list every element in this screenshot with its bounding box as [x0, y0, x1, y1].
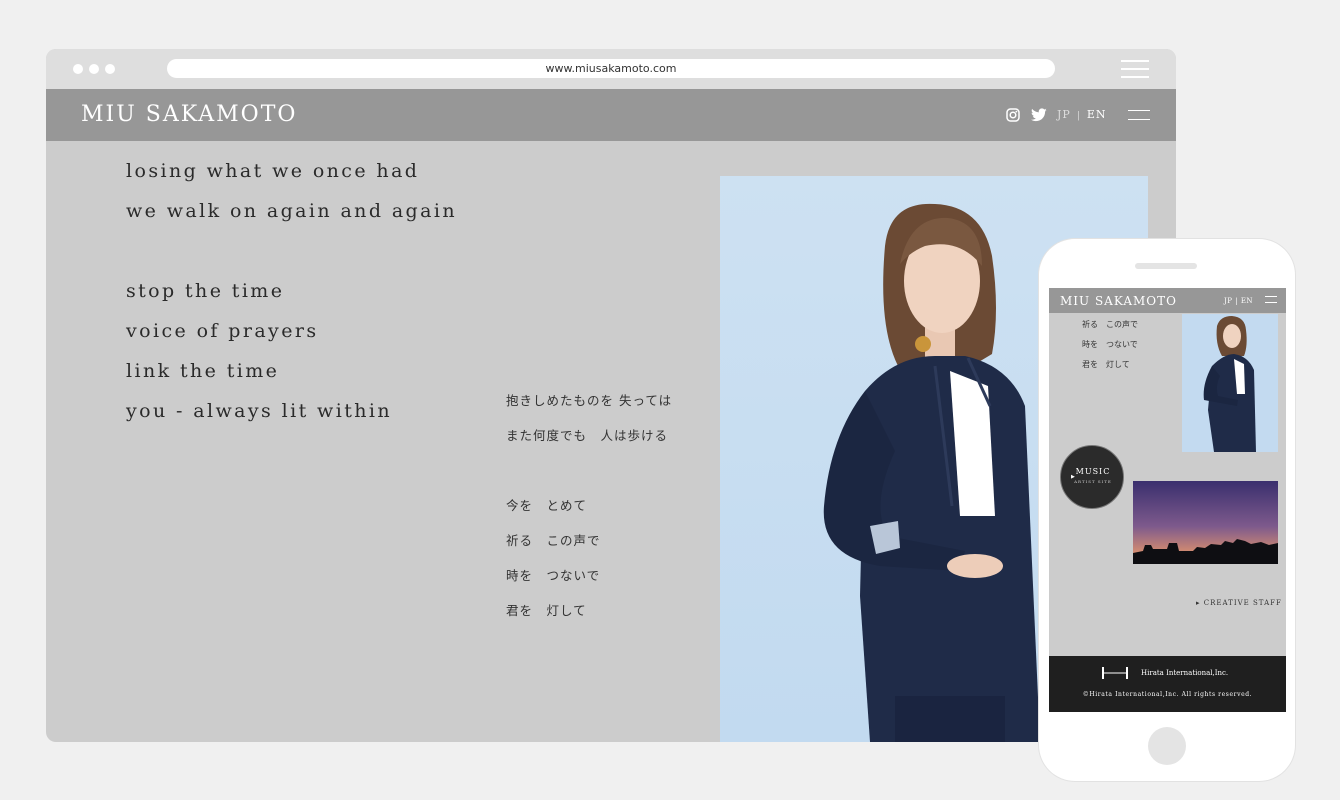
- browser-menu-icon[interactable]: [1121, 60, 1149, 78]
- twitter-icon[interactable]: [1031, 108, 1047, 122]
- footer-copyright: ©Hirata International,Inc. All rights re…: [1082, 691, 1253, 698]
- music-artist-site-button[interactable]: ▶ MUSIC ARTIST SITE: [1060, 445, 1124, 509]
- mobile-language-switcher[interactable]: JP | EN: [1224, 296, 1253, 306]
- instagram-icon[interactable]: [1006, 108, 1020, 122]
- smartphone-mock: MIU SAKAMOTO JP | EN 祈る この声で 時を つないで 君を …: [1039, 239, 1295, 781]
- mobile-lyric-line: 君を 灯して: [1082, 360, 1130, 369]
- mobile-artist-figure: [1203, 316, 1256, 452]
- mobile-site-logo[interactable]: MIU SAKAMOTO: [1060, 293, 1177, 309]
- creative-staff-label: CREATIVE STAFF: [1203, 599, 1282, 607]
- lyric-line-ja: また何度でも 人は歩ける: [506, 428, 669, 443]
- lyric-line-ja: 祈る この声で: [506, 533, 601, 548]
- lyric-line: voice of prayers: [126, 320, 319, 342]
- mobile-hamburger-icon[interactable]: [1265, 296, 1277, 304]
- arrow-right-icon: ▸: [1196, 599, 1204, 607]
- lyric-line: losing what we once had: [126, 160, 420, 182]
- mobile-artist-photo: [1182, 314, 1278, 452]
- lyric-line-ja: 抱きしめたものを 失っては: [506, 393, 673, 408]
- lyric-line-ja: 今を とめて: [506, 498, 588, 513]
- window-dot: [89, 64, 99, 74]
- url-bar[interactable]: www.miusakamoto.com: [167, 59, 1055, 78]
- lang-separator: |: [1076, 111, 1081, 121]
- window-dot: [105, 64, 115, 74]
- lyric-line: you - always lit within: [126, 400, 392, 422]
- mobile-footer: Hirata International,Inc. ©Hirata Intern…: [1049, 656, 1286, 712]
- hamburger-menu-icon[interactable]: [1128, 110, 1150, 120]
- site-header: MIU SAKAMOTO JP | EN: [46, 89, 1176, 141]
- lyrics-english: losing what we once had we walk on again…: [126, 157, 457, 437]
- artist-site-label: ARTIST SITE: [1074, 479, 1112, 484]
- hirata-logo-mark: [1102, 667, 1128, 679]
- desktop-browser-mock: www.miusakamoto.com MIU SAKAMOTO JP | EN l…: [46, 49, 1176, 742]
- mobile-lyric-line: 時を つないで: [1082, 340, 1138, 349]
- lyric-line: we walk on again and again: [126, 200, 457, 222]
- browser-chrome: www.miusakamoto.com: [46, 49, 1176, 89]
- sunset-image: [1133, 481, 1278, 564]
- mobile-screen: MIU SAKAMOTO JP | EN 祈る この声で 時を つないで 君を …: [1049, 288, 1286, 712]
- creative-staff-link[interactable]: ▸ CREATIVE STAFF: [1196, 598, 1282, 608]
- lang-jp-link[interactable]: JP: [1057, 108, 1071, 121]
- music-label: MUSIC: [1075, 467, 1111, 476]
- language-switcher: JP | EN: [1057, 107, 1107, 124]
- mobile-lyric-line: 祈る この声で: [1082, 320, 1138, 329]
- lang-en-link[interactable]: EN: [1087, 108, 1107, 121]
- lyric-line: stop the time: [126, 280, 285, 302]
- window-dot: [73, 64, 83, 74]
- lyric-line-ja: 君を 灯して: [506, 603, 587, 618]
- phone-speaker: [1135, 263, 1197, 269]
- phone-home-button[interactable]: [1148, 727, 1186, 765]
- mobile-lyrics: 祈る この声で 時を つないで 君を 灯して: [1082, 319, 1138, 379]
- sunset-skyline-image: [1133, 481, 1278, 564]
- site-logo[interactable]: MIU SAKAMOTO: [81, 101, 297, 129]
- lyrics-japanese: 抱きしめたものを 失っては また何度でも 人は歩ける 今を とめて 祈る この声…: [506, 391, 672, 636]
- footer-company-name: Hirata International,Inc.: [1141, 669, 1229, 677]
- lyric-line-ja: 時を つないで: [506, 568, 601, 583]
- lyric-line: link the time: [126, 360, 280, 382]
- mobile-header: MIU SAKAMOTO JP | EN: [1049, 288, 1286, 313]
